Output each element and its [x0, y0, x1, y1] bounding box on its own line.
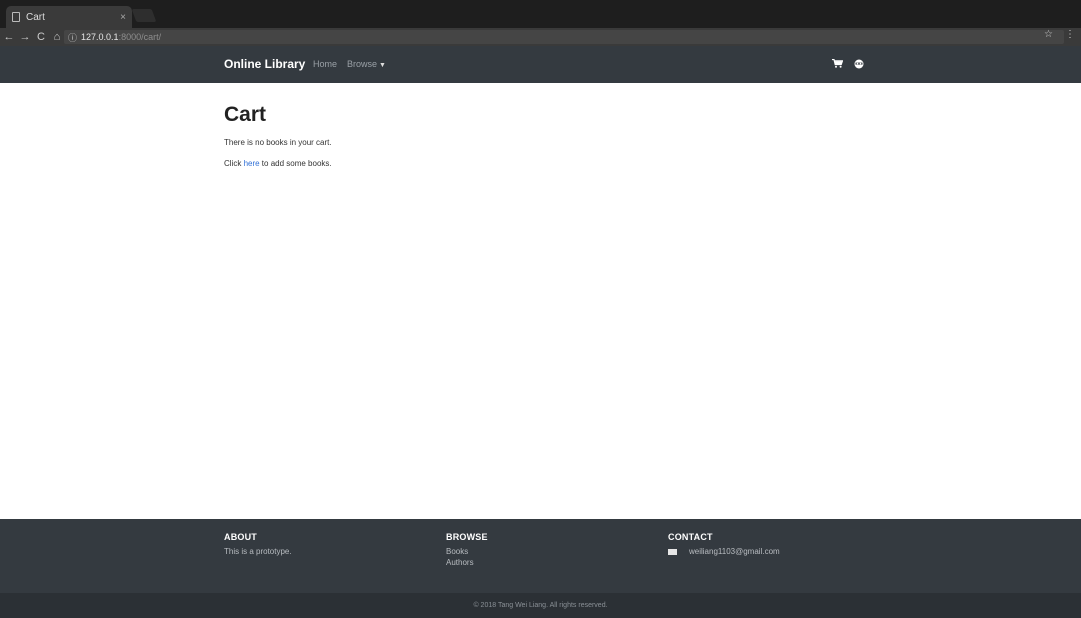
envelope-icon: [668, 548, 677, 555]
footer-browse: BROWSE Books Authors: [446, 532, 488, 567]
add-books-prompt: Click here to add some books.: [224, 159, 332, 168]
address-bar[interactable]: ⓘ 127.0.0.1 :8000/cart/: [64, 30, 1064, 44]
copyright-text: © 2018 Tang Wei Liang. All rights reserv…: [473, 602, 608, 609]
page-icon: [12, 12, 20, 22]
contact-email-row: weiliang1103@gmail.com: [668, 547, 780, 556]
footer-link-authors[interactable]: Authors: [446, 558, 488, 567]
prompt-after: to add some books.: [259, 159, 332, 168]
info-icon[interactable]: ⓘ: [68, 31, 77, 44]
tab-close-icon[interactable]: ×: [120, 12, 126, 23]
nav-home[interactable]: Home: [313, 59, 337, 69]
add-books-link[interactable]: here: [244, 159, 260, 168]
browser-tab-bar: Cart ×: [0, 0, 1081, 28]
forward-icon[interactable]: →: [18, 31, 32, 43]
user-account-icon[interactable]: [853, 58, 865, 69]
contact-email[interactable]: weiliang1103@gmail.com: [689, 547, 780, 556]
reload-icon[interactable]: C: [34, 31, 48, 43]
footer-about: ABOUT This is a prototype.: [224, 532, 292, 556]
url-host: 127.0.0.1: [81, 32, 119, 42]
new-tab-button[interactable]: [131, 9, 157, 22]
footer-link-books[interactable]: Books: [446, 547, 488, 556]
site-navbar: Online Library Home Browse ▼: [0, 46, 1081, 83]
prompt-before: Click: [224, 159, 244, 168]
cart-icon[interactable]: [832, 59, 843, 68]
footer-contact: CONTACT weiliang1103@gmail.com: [668, 532, 780, 556]
browser-menu-icon[interactable]: ⋮: [1065, 29, 1075, 40]
empty-cart-message: There is no books in your cart.: [224, 138, 332, 147]
copyright-bar: © 2018 Tang Wei Liang. All rights reserv…: [0, 593, 1081, 618]
contact-heading: CONTACT: [668, 532, 713, 542]
about-heading: ABOUT: [224, 532, 257, 542]
home-icon[interactable]: ⌂: [50, 31, 64, 43]
brand-logo[interactable]: Online Library: [224, 57, 305, 71]
footer: ABOUT This is a prototype. BROWSE Books …: [0, 519, 1081, 593]
nav-browse-dropdown[interactable]: Browse ▼: [347, 59, 386, 69]
browser-tab[interactable]: Cart ×: [6, 6, 132, 28]
caret-down-icon: ▼: [379, 62, 386, 69]
nav-browse-label: Browse: [347, 59, 378, 69]
browser-toolbar: ← → C ⌂ ⓘ 127.0.0.1 :8000/cart/: [0, 28, 1081, 46]
page-title: Cart: [224, 103, 267, 126]
url-path: :8000/cart/: [118, 32, 162, 42]
back-icon[interactable]: ←: [2, 31, 16, 43]
tab-title: Cart: [26, 11, 45, 23]
bookmark-star-icon[interactable]: ☆: [1044, 29, 1053, 40]
browse-heading: BROWSE: [446, 532, 488, 542]
about-text: This is a prototype.: [224, 547, 292, 556]
